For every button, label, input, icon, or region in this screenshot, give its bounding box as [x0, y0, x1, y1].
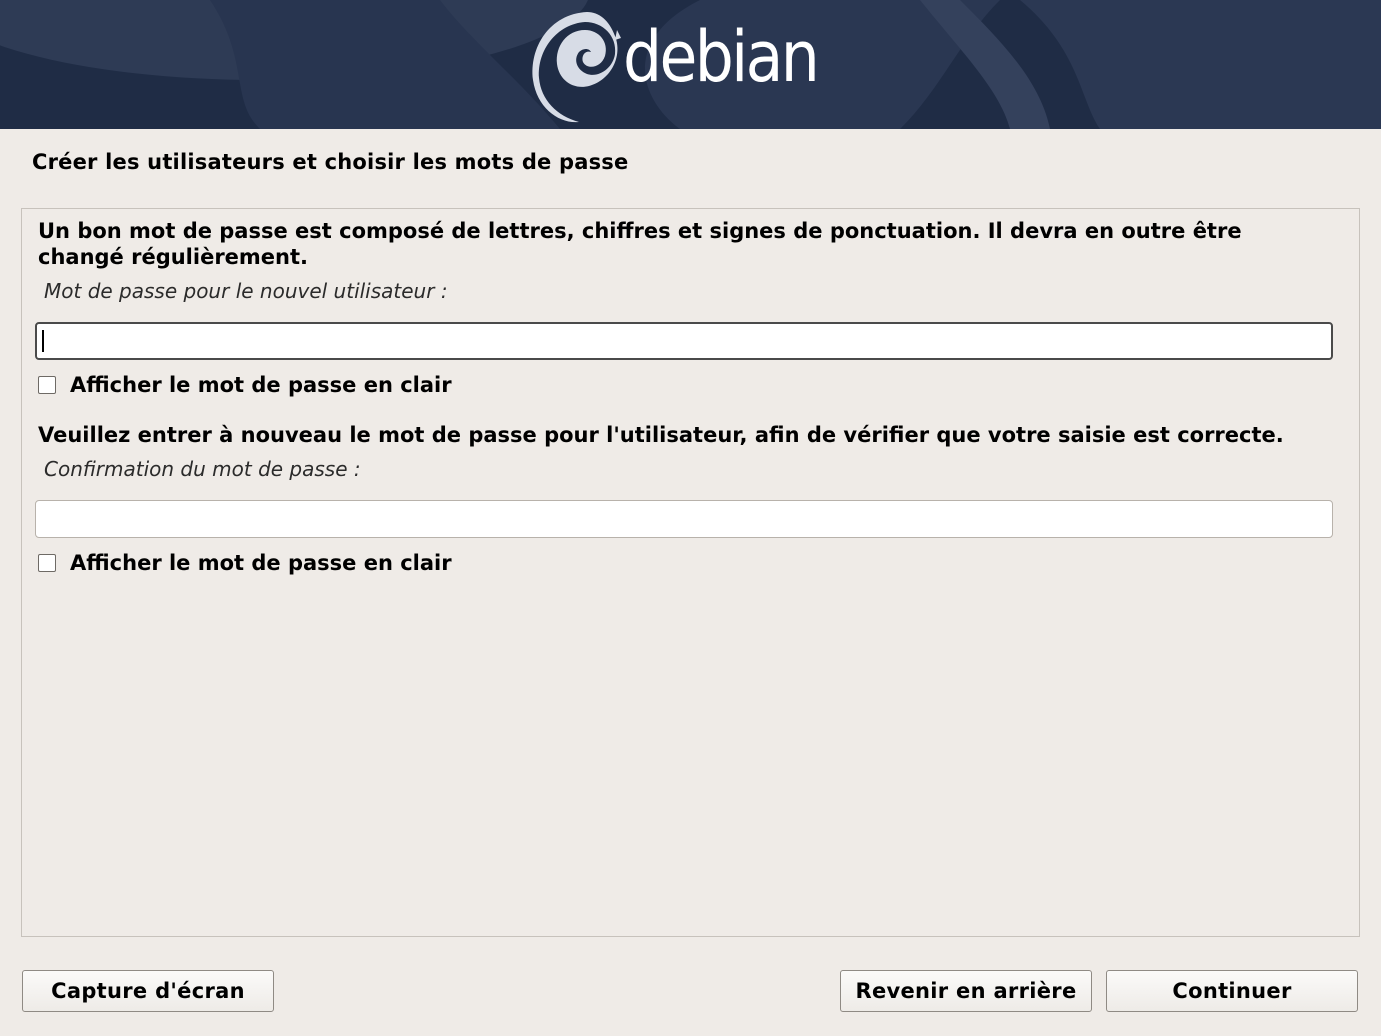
back-button[interactable]: Revenir en arrière: [840, 970, 1092, 1012]
show-password-row-1[interactable]: Afficher le mot de passe en clair: [38, 373, 452, 397]
confirm-password-input[interactable]: [35, 500, 1333, 538]
continue-button[interactable]: Continuer: [1106, 970, 1358, 1012]
text-caret: [42, 330, 44, 352]
page-title: Créer les utilisateurs et choisir les mo…: [32, 150, 629, 174]
show-password-label-2[interactable]: Afficher le mot de passe en clair: [70, 551, 452, 575]
debian-swirl-icon: [532, 12, 621, 123]
debian-logo-text: debian: [623, 16, 820, 98]
checkbox-icon[interactable]: [38, 554, 56, 572]
password-label: Mot de passe pour le nouvel utilisateur …: [44, 279, 448, 303]
confirm-label: Confirmation du mot de passe :: [44, 457, 361, 481]
password-description: Un bon mot de passe est composé de lettr…: [38, 219, 1242, 269]
screenshot-button[interactable]: Capture d'écran: [22, 970, 274, 1012]
checkbox-icon[interactable]: [38, 376, 56, 394]
form-panel: Un bon mot de passe est composé de lettr…: [21, 208, 1360, 937]
password-input[interactable]: [35, 322, 1333, 360]
show-password-row-2[interactable]: Afficher le mot de passe en clair: [38, 551, 452, 575]
debian-logo: debian: [527, 8, 827, 126]
show-password-label-1[interactable]: Afficher le mot de passe en clair: [70, 373, 452, 397]
confirm-description: Veuillez entrer à nouveau le mot de pass…: [38, 423, 1284, 447]
header-banner: debian: [0, 0, 1381, 129]
